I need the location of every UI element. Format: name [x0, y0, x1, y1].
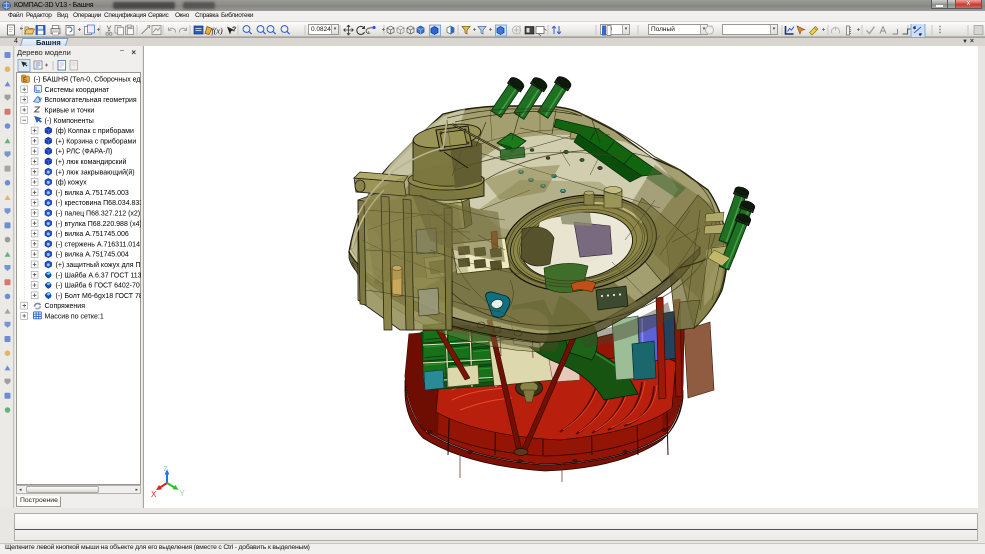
svg-text:(-) крестовина П68.034.833 (к: (-) крестовина П68.034.833 (к — [56, 200, 142, 207]
svg-text:(-) Шайба А.6.37 ГОСТ 11371-: (-) Шайба А.6.37 ГОСТ 11371- — [56, 271, 142, 279]
svg-text:(-) стержень А.716311.014 (х2): (-) стержень А.716311.014 (х2) — [56, 241, 142, 248]
svg-text:(ф) кожух: (ф) кожух — [56, 180, 88, 187]
svg-text:(+) люк командирский: (+) люк командирский — [56, 158, 127, 166]
svg-text:Системы координат: Системы координат — [45, 87, 111, 94]
svg-text:Массив по сетке:1: Массив по сетке:1 — [45, 314, 104, 321]
svg-text:(-) палец П68.327.212 (х2): (-) палец П68.327.212 (х2) — [56, 211, 141, 218]
svg-text:(+) защитный кожух для ПКТ: (+) защитный кожух для ПКТ — [56, 261, 142, 269]
svg-text:Б: Б — [23, 78, 27, 84]
svg-text:Сопряжения: Сопряжения — [45, 303, 86, 310]
svg-text:(ф) Колпак с приборами: (ф) Колпак с приборами — [56, 127, 134, 135]
svg-text:f(x): f(x) — [212, 27, 223, 36]
svg-text:(-) БАШНЯ (Тел-0, Сборочных ед: (-) БАШНЯ (Тел-0, Сборочных единиц — [34, 76, 142, 84]
svg-text:(-) вилка А.751745.006: (-) вилка А.751745.006 — [56, 231, 129, 238]
svg-text:(-) вилка А.751745.004: (-) вилка А.751745.004 — [56, 252, 129, 259]
svg-text:(-) Шайба 6 ГОСТ 6402-70 (х2: (-) Шайба 6 ГОСТ 6402-70 (х2 — [56, 282, 142, 290]
svg-text:?: ? — [232, 27, 236, 34]
svg-text:Кривые и точки: Кривые и точки — [45, 108, 95, 115]
svg-text:(-) втулка П68.220.988 (х4): (-) втулка П68.220.988 (х4) — [56, 221, 142, 228]
svg-text:Вспомогательная геометрия: Вспомогательная геометрия — [45, 97, 137, 104]
svg-text:(+) люк закрывающий(й): (+) люк закрывающий(й) — [56, 168, 135, 176]
svg-text:(-) Болт М6-6gх18 ГОСТ 7805-: (-) Болт М6-6gх18 ГОСТ 7805- — [56, 293, 142, 300]
svg-text:(+) Корзина с приборами: (+) Корзина с приборами — [56, 137, 137, 145]
svg-text:(-) вилка А.751745.003: (-) вилка А.751745.003 — [56, 190, 129, 197]
svg-text:(+) РЛС (ФАРА-Л): (+) РЛС (ФАРА-Л) — [56, 149, 113, 156]
svg-text:(-) Компоненты: (-) Компоненты — [45, 118, 94, 125]
